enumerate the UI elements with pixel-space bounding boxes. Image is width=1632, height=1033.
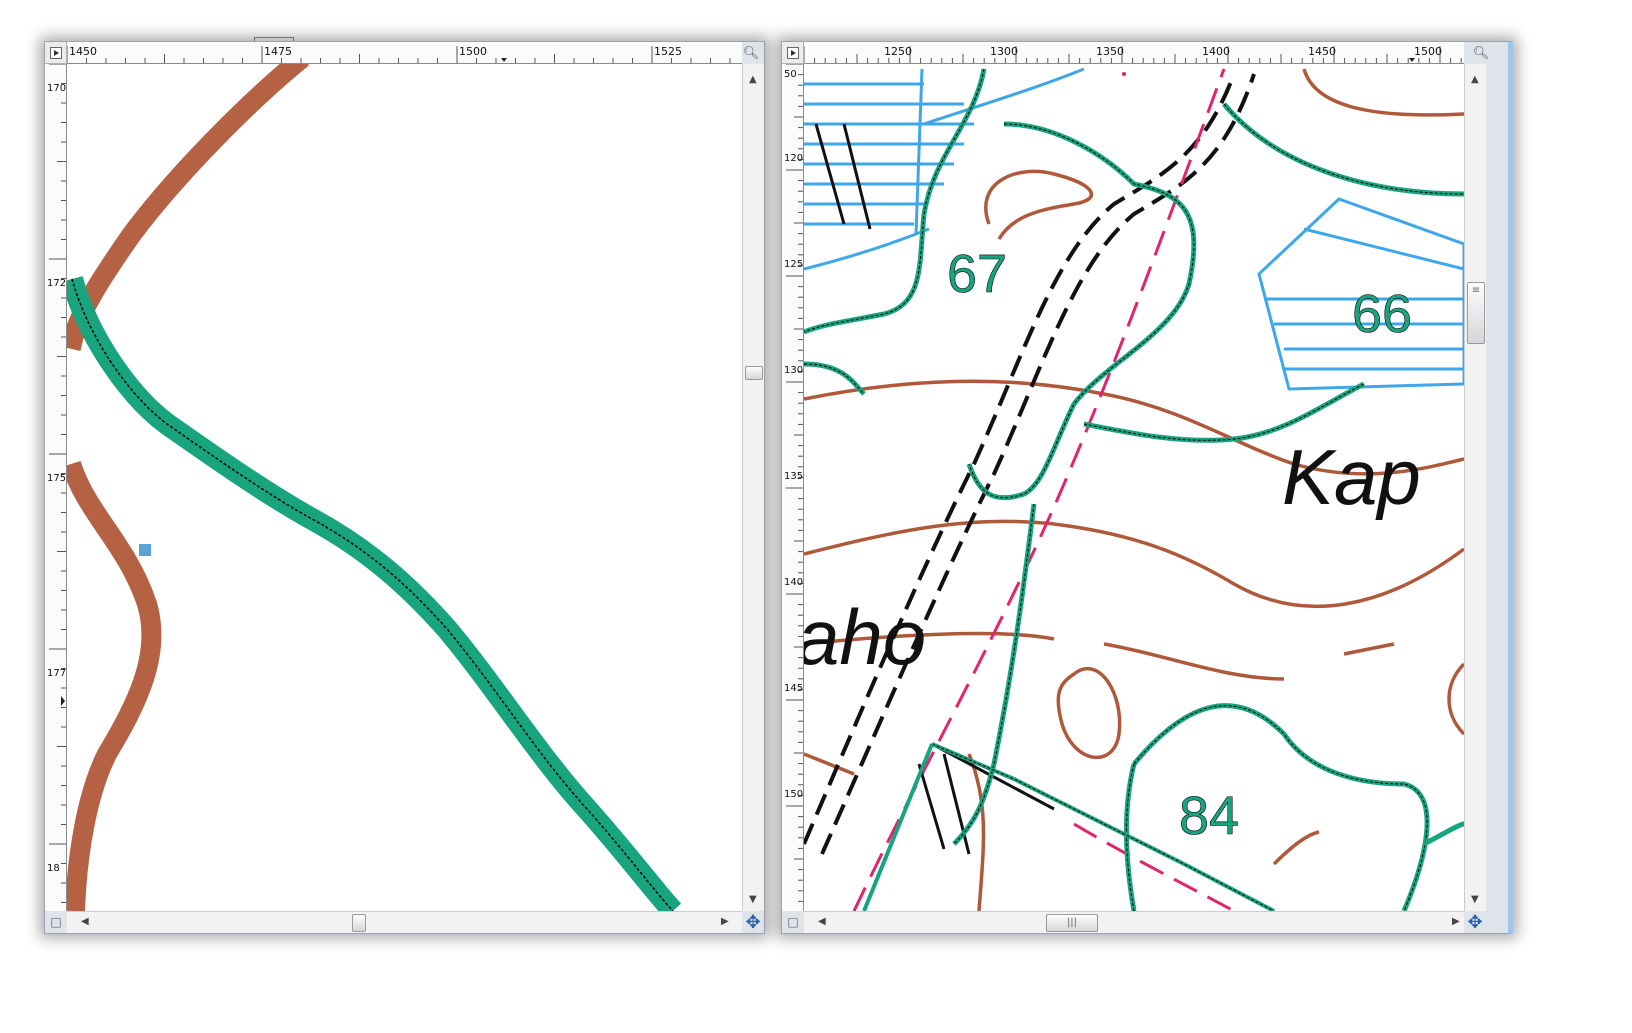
ruler-label: 1500 [1414, 45, 1442, 58]
map-label-67: 67 [947, 244, 1007, 304]
vertical-ruler[interactable]: 1700 1725 1750 1775 18 [45, 64, 67, 911]
ruler-label: 1500 [459, 45, 487, 58]
navigate-move-icon: ✥ [745, 911, 761, 933]
map-label-aho: aho [804, 593, 926, 681]
ruler-menu-triangle-icon [787, 47, 799, 59]
selected-contour-line [67, 275, 682, 911]
small-blue-pixel [139, 544, 151, 556]
scroll-up-arrow[interactable]: ▲ [1471, 74, 1479, 85]
scroll-right-arrow[interactable]: ▶ [721, 916, 729, 927]
swamp-hatch-area [804, 67, 1085, 271]
navigate-button[interactable]: ✥ [1464, 911, 1486, 933]
left-image-window: 1450 1475 1500 1525 🔍︎ 1700 1725 1750 17… [44, 41, 765, 934]
ruler-menu-button[interactable] [782, 42, 804, 64]
map-label-kap: Kap [1282, 433, 1421, 521]
horizontal-scrollbar[interactable]: ◀ ||| ▶ [804, 911, 1464, 933]
ruler-label: 1400 [784, 577, 804, 588]
ruler-ticks [49, 64, 66, 903]
ruler-label: 1700 [47, 83, 67, 94]
scroll-up-arrow[interactable]: ▲ [749, 74, 757, 85]
scroll-left-arrow[interactable]: ◀ [818, 916, 826, 927]
map-label-84: 84 [1179, 786, 1239, 846]
ruler-label: 1475 [264, 45, 292, 58]
horizontal-scrollbar[interactable]: ◀ ▶ [67, 911, 742, 933]
ruler-label: 1775 [47, 668, 67, 679]
scroll-right-arrow[interactable]: ▶ [1452, 916, 1460, 927]
ruler-label: 1525 [654, 45, 682, 58]
ruler-menu-button[interactable] [45, 42, 67, 64]
ruler-label: 1450 [69, 45, 97, 58]
scroll-left-arrow[interactable]: ◀ [81, 916, 89, 927]
boundary-line [852, 68, 1235, 911]
navigate-move-icon: ✥ [1467, 911, 1483, 933]
zoomed-map-view [67, 64, 682, 911]
road-line [804, 73, 1256, 855]
zoom-button[interactable]: 🔍︎ [1472, 44, 1490, 62]
map-label-66: 66 [1352, 284, 1412, 344]
right-image-canvas[interactable]: 67 66 84 Kap aho [804, 64, 1464, 911]
zoom-button[interactable]: 🔍︎ [742, 44, 760, 62]
ruler-ticks [67, 46, 731, 63]
vertical-scrollbar[interactable]: ▲ ≡ ▼ [1464, 64, 1486, 911]
ruler-label: 1300 [990, 45, 1018, 58]
quick-mask-button[interactable]: □ [45, 911, 67, 933]
ruler-label: 1200 [784, 153, 804, 164]
quick-mask-icon: □ [50, 915, 62, 929]
ruler-menu-triangle-icon [50, 47, 62, 59]
ruler-label: 1350 [1096, 45, 1124, 58]
topographic-map-view: 67 66 84 Kap aho [804, 67, 1464, 911]
horizontal-scroll-thumb[interactable]: ||| [1046, 914, 1098, 932]
navigate-button[interactable]: ✥ [742, 911, 764, 933]
ruler-label: 1450 [784, 683, 804, 694]
horizontal-scroll-thumb[interactable] [352, 914, 366, 932]
horizontal-ruler[interactable]: 1450 1475 1500 1525 [67, 42, 742, 64]
zoom-icon: 🔍︎ [742, 45, 760, 61]
horizontal-ruler[interactable]: 1250 1300 1350 1400 1450 1500 [804, 42, 1464, 64]
vertical-scroll-thumb[interactable] [745, 366, 763, 380]
ruler-label: 1450 [1308, 45, 1336, 58]
scroll-down-arrow[interactable]: ▼ [749, 894, 757, 905]
vertical-scroll-thumb[interactable]: ≡ [1467, 282, 1485, 344]
scroll-down-arrow[interactable]: ▼ [1471, 894, 1479, 905]
contour-line [67, 64, 310, 352]
ruler-label: 1350 [784, 471, 804, 482]
quick-mask-icon: □ [787, 915, 799, 929]
vertical-ruler[interactable]: 50 1200 1250 1300 1350 1400 1450 1500 [782, 64, 804, 911]
ruler-label: 1400 [1202, 45, 1230, 58]
zoom-icon: 🔍︎ [1472, 45, 1490, 61]
ruler-label: 18 [47, 863, 60, 874]
ruler-label: 1300 [784, 365, 804, 376]
right-image-window: 1250 1300 1350 1400 1450 1500 🔍︎ 50 1200… [781, 41, 1513, 934]
ruler-label: 50 [784, 69, 797, 80]
quick-mask-button[interactable]: □ [782, 911, 804, 933]
ruler-ticks [786, 64, 803, 902]
ruler-label: 1250 [784, 259, 804, 270]
left-image-canvas[interactable] [67, 64, 742, 911]
ruler-label: 1250 [884, 45, 912, 58]
contour-line [67, 460, 162, 911]
ruler-label: 1725 [47, 278, 67, 289]
ruler-label: 1750 [47, 473, 67, 484]
ruler-label: 1500 [784, 789, 804, 800]
vertical-scrollbar[interactable]: ▲ ▼ [742, 64, 764, 911]
